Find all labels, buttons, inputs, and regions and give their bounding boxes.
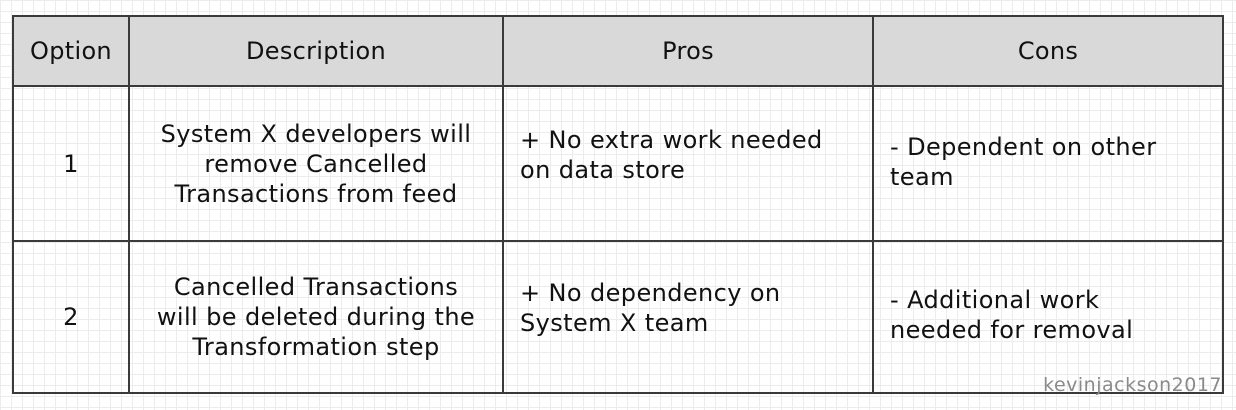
table-header-row: Option Description Pros Cons bbox=[12, 15, 1224, 87]
header-description: Description bbox=[128, 15, 504, 87]
option-number-cell: 2 bbox=[12, 240, 130, 394]
option-number-cell: 1 bbox=[12, 85, 130, 242]
pros-cell: + No extra work needed on data store bbox=[502, 85, 874, 242]
description-cell: Cancelled Transactions will be deleted d… bbox=[128, 240, 504, 394]
author-watermark: kevinjackson2017 bbox=[1043, 374, 1222, 396]
header-cons: Cons bbox=[872, 15, 1224, 87]
cons-cell: - Additional work needed for removal bbox=[872, 240, 1224, 394]
cons-cell: - Dependent on other team bbox=[872, 85, 1224, 242]
options-comparison-table: Option Description Pros Cons 1 System X … bbox=[12, 15, 1224, 394]
table-row: 1 System X developers will remove Cancel… bbox=[12, 85, 1224, 242]
description-cell: System X developers will remove Cancelle… bbox=[128, 85, 504, 242]
header-option: Option bbox=[12, 15, 130, 87]
header-pros: Pros bbox=[502, 15, 874, 87]
table-row: 2 Cancelled Transactions will be deleted… bbox=[12, 240, 1224, 394]
pros-cell: + No dependency on System X team bbox=[502, 240, 874, 394]
